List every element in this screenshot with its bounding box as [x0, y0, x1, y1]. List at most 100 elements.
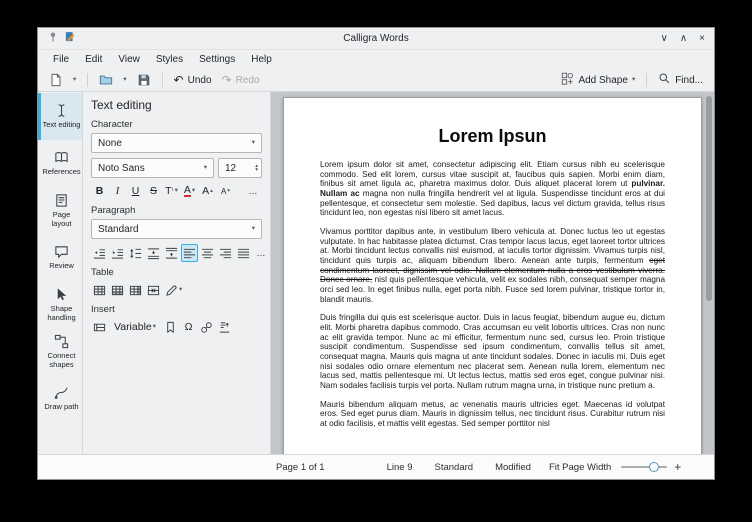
superscript-subscript-button[interactable]: T¹ ▾ [163, 182, 180, 200]
special-character-button[interactable]: Ω [180, 318, 197, 336]
paragraph-style-value: Standard [98, 224, 139, 235]
toolbar-separator [162, 73, 163, 87]
sidebar-item-connect-shapes[interactable]: Connect shapes [38, 328, 82, 375]
chevron-down-icon: ▾ [252, 140, 255, 147]
shrink-letter: A [221, 187, 226, 196]
maximize-button[interactable]: ∧ [680, 34, 687, 44]
sidebar-item-text-editing[interactable]: Text editing [38, 93, 82, 140]
superscript-mark: ¹ [172, 188, 174, 194]
close-button[interactable]: × [699, 34, 705, 44]
hyperlink-button[interactable] [198, 318, 215, 336]
find-button[interactable]: Find... [654, 70, 707, 90]
titlebar[interactable]: Calligra Words ∨ ∧ × [38, 28, 714, 50]
document-text[interactable]: Lorem ipsum dolor sit amet, consectetur … [320, 160, 665, 429]
border-pen-button[interactable]: ▾ [163, 281, 184, 299]
toolbar-separator [646, 73, 647, 87]
table-section-label: Table [91, 267, 262, 278]
strikethrough-button[interactable]: S [145, 182, 162, 200]
grow-font-button[interactable]: A▴ [199, 182, 216, 200]
menu-styles[interactable]: Styles [148, 52, 191, 67]
character-style-combobox[interactable]: None ▾ [91, 133, 262, 153]
new-document-button[interactable] [45, 71, 67, 89]
sidebar-item-label: Text editing [43, 121, 81, 129]
pin-icon[interactable] [47, 31, 59, 46]
chevron-down-icon: ▾ [179, 287, 182, 294]
new-document-dropdown[interactable]: ▾ [69, 75, 80, 86]
menu-file[interactable]: File [45, 52, 77, 67]
vertical-scrollbar[interactable] [704, 94, 712, 452]
align-right-button[interactable] [217, 244, 234, 262]
zoom-mode-button[interactable]: Fit Page Width [549, 462, 611, 473]
more-character-options-button[interactable]: … [245, 182, 262, 200]
sidebar-item-label: Connect shapes [42, 352, 81, 369]
font-size-spinner[interactable]: 12 ▴ ▾ [218, 158, 262, 178]
paragraph[interactable]: Mauris bibendum aliquam metus, ac venena… [320, 400, 665, 429]
panel-title: Text editing [91, 98, 262, 112]
menu-edit[interactable]: Edit [77, 52, 110, 67]
insert-column-button[interactable] [127, 281, 144, 299]
sidebar-item-draw-path[interactable]: Draw path [38, 375, 82, 422]
italic-button[interactable]: I [109, 182, 126, 200]
paragraph[interactable]: Vivamus porttitor dapibus ante, in vesti… [320, 227, 665, 304]
variable-dropdown-button[interactable]: Variable ▾ [109, 318, 161, 336]
paragraph[interactable]: Duis fringilla dui quis est scelerisque … [320, 313, 665, 390]
decrease-indent-button[interactable] [91, 244, 108, 262]
font-family-combobox[interactable]: Noto Sans ▾ [91, 158, 214, 178]
add-shape-button[interactable]: Add Shape ▾ [557, 70, 639, 90]
open-recent-dropdown[interactable]: ▾ [119, 75, 130, 86]
document-canvas[interactable]: Lorem Ipsun Lorem ipsum dolor sit amet, … [271, 92, 714, 454]
sidebar-item-review[interactable]: Review [38, 234, 82, 281]
more-paragraph-options-button[interactable]: … [253, 244, 270, 262]
chevron-down-icon: ▾ [192, 188, 195, 195]
zoom-slider-handle[interactable] [649, 462, 659, 472]
document-page[interactable]: Lorem Ipsun Lorem ipsum dolor sit amet, … [283, 97, 702, 454]
align-justify-button[interactable] [235, 244, 252, 262]
menu-settings[interactable]: Settings [191, 52, 243, 67]
align-center-button[interactable] [199, 244, 216, 262]
bold-button[interactable]: B [91, 182, 108, 200]
sidebar-item-shape-handling[interactable]: Shape handling [38, 281, 82, 328]
variable-label: Variable [114, 321, 152, 333]
space-below-button[interactable] [163, 244, 180, 262]
spinner-arrows[interactable]: ▴ ▾ [255, 164, 258, 173]
line-spacing-button[interactable] [127, 244, 144, 262]
chevron-down-icon: ▾ [204, 165, 207, 172]
spin-down-icon[interactable]: ▾ [255, 168, 258, 172]
paragraph[interactable]: Lorem ipsum dolor sit amet, consectetur … [320, 160, 665, 218]
merge-cells-button[interactable] [145, 281, 162, 299]
text-color-button[interactable]: A ▾ [181, 182, 198, 200]
bookmark-button[interactable] [162, 318, 179, 336]
save-button[interactable] [133, 71, 155, 89]
underline-button[interactable]: U [127, 182, 144, 200]
insert-table-button[interactable] [91, 281, 108, 299]
undo-label: Undo [188, 75, 212, 86]
shrink-font-button[interactable]: A▾ [217, 182, 234, 200]
font-size-value: 12 [225, 163, 236, 174]
sidebar-item-label: Page layout [42, 211, 81, 228]
sidebar-item-references[interactable]: References [38, 140, 82, 187]
space-above-button[interactable] [145, 244, 162, 262]
paragraph-style-combobox[interactable]: Standard ▾ [91, 219, 262, 239]
zoom-slider[interactable] [621, 461, 667, 473]
shape-handling-icon [54, 287, 69, 302]
zoom-slider-track [621, 466, 667, 468]
chevron-down-icon: ▾ [252, 226, 255, 233]
sidebar-item-label: Review [49, 262, 74, 270]
open-document-button[interactable] [95, 71, 117, 89]
document-heading[interactable]: Lorem Ipsun [320, 126, 665, 147]
zoom-in-button[interactable]: + [674, 461, 681, 473]
footnote-button[interactable] [216, 318, 233, 336]
increase-indent-button[interactable] [109, 244, 126, 262]
sidebar-item-page-layout[interactable]: Page layout [38, 187, 82, 234]
menu-help[interactable]: Help [243, 52, 280, 67]
insert-field-button[interactable] [91, 318, 108, 336]
scrollbar-handle[interactable] [706, 96, 712, 301]
line-indicator: Line 9 [387, 462, 413, 473]
menu-view[interactable]: View [110, 52, 148, 67]
app-icon[interactable] [64, 31, 76, 46]
minimize-button[interactable]: ∨ [661, 34, 668, 44]
align-left-button[interactable] [181, 244, 198, 262]
undo-button[interactable]: ↶ Undo [170, 72, 216, 88]
insert-row-button[interactable] [109, 281, 126, 299]
redo-button[interactable]: ↷ Redo [218, 72, 264, 88]
